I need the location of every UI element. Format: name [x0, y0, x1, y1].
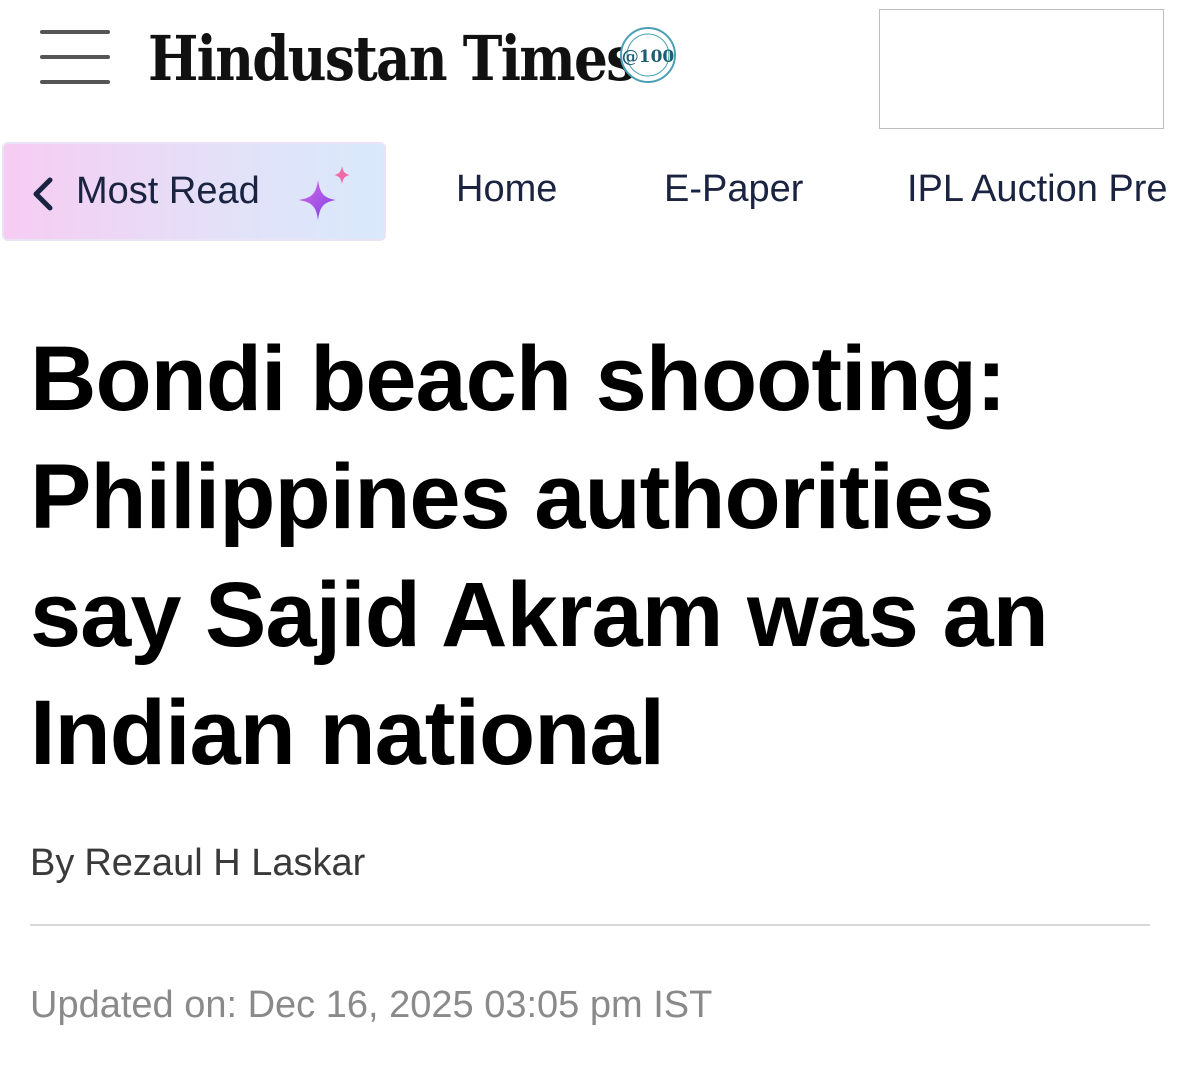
nav-link-home[interactable]: Home [456, 168, 557, 211]
top-nav: Most Read Home E-Paper IPL Auction Pre [0, 142, 1179, 242]
most-read-label: Most Read [76, 170, 260, 212]
ad-placeholder[interactable] [879, 9, 1164, 129]
article-page: Hindustan Times @100 Most Read Home E-Pa… [0, 0, 1179, 1073]
divider [30, 924, 1150, 926]
site-logo[interactable]: Hindustan Times [148, 18, 636, 98]
updated-timestamp: Updated on: Dec 16, 2025 03:05 pm IST [30, 984, 713, 1026]
site-header: Hindustan Times @100 [0, 0, 1179, 140]
centenary-seal-icon: @100 [620, 27, 676, 83]
hamburger-menu-icon[interactable] [40, 30, 110, 84]
byline: By Rezaul H Laskar [30, 842, 365, 885]
svg-text:@100: @100 [622, 47, 675, 67]
author-link[interactable]: Rezaul H Laskar [84, 842, 365, 884]
article-headline: Bondi beach shooting: Philippines author… [30, 328, 1049, 784]
most-read-button[interactable]: Most Read [2, 142, 386, 241]
chevron-left-icon [33, 177, 53, 211]
nav-link-ipl-auction[interactable]: IPL Auction Pre [907, 168, 1168, 211]
nav-link-epaper[interactable]: E-Paper [664, 168, 803, 211]
sparkle-icon [298, 166, 350, 220]
byline-prefix: By [30, 842, 75, 884]
